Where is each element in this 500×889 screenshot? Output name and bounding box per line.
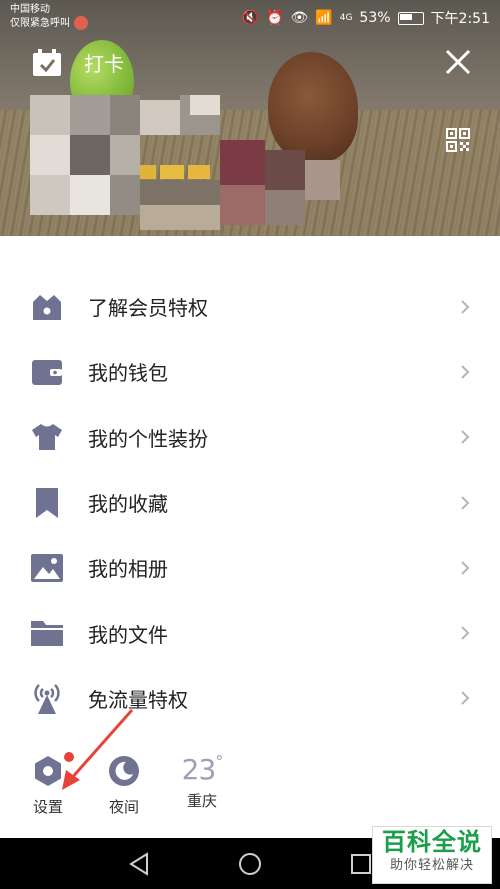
alarm-icon: ⏰ <box>266 10 284 26</box>
status-icons: 🔇 ⏰ 👁 📶 4G 53% 下午2:51 <box>242 8 490 28</box>
menu-item-label: 我的相册 <box>88 557 168 582</box>
chevron-right-icon <box>461 626 470 640</box>
checkin-label: 打卡 <box>84 52 124 76</box>
city-label: 重庆 <box>186 792 217 810</box>
chevron-right-icon <box>461 691 470 706</box>
battery-percent: 53% <box>359 10 391 26</box>
notification-icon <box>74 16 88 30</box>
checkin-button[interactable]: 打卡 <box>32 48 124 77</box>
temperature-number: 23 <box>181 753 217 786</box>
photo-icon <box>31 553 63 582</box>
chevron-right-icon <box>461 495 470 510</box>
profile-header-background[interactable] <box>0 0 500 236</box>
network-type: 4G <box>339 13 353 23</box>
mute-icon: 🔇 <box>241 10 260 26</box>
menu-item-files[interactable]: 我的文件 <box>0 600 500 665</box>
status-bar: 中国移动 仅限紧急呼叫 🔇 ⏰ 👁 📶 4G 53% 下午2:51 <box>0 0 500 34</box>
temperature-unit: ° <box>215 752 223 771</box>
emergency-label: 仅限紧急呼叫 <box>10 18 70 29</box>
menu-item-album[interactable]: 我的相册 <box>0 535 500 600</box>
home-icon[interactable] <box>238 852 262 876</box>
menu-item-favorites[interactable]: 我的收藏 <box>0 470 500 535</box>
emergency-only-text: 仅限紧急呼叫 <box>10 16 88 30</box>
menu-item-vip-privileges[interactable]: 了解会员特权 <box>0 274 500 339</box>
watermark-subtitle: 助你轻松解决 <box>389 858 474 873</box>
close-icon[interactable] <box>444 48 472 76</box>
weather-widget[interactable]: 23° 重庆 <box>174 752 230 811</box>
drawer-bottom-bar: 设置 夜间 23° 重庆 <box>0 709 500 838</box>
calendar-check-icon <box>33 48 61 76</box>
chevron-right-icon <box>461 430 470 444</box>
chevron-right-icon <box>461 365 470 379</box>
carrier-info: 中国移动 仅限紧急呼叫 <box>10 3 88 30</box>
back-icon[interactable] <box>128 852 150 876</box>
menu-item-personalization[interactable]: 我的个性装扮 <box>0 405 500 470</box>
clock: 下午2:51 <box>430 11 490 27</box>
qr-code-icon[interactable] <box>446 128 470 152</box>
temperature-value: 23° <box>174 752 230 786</box>
menu-item-label: 了解会员特权 <box>88 296 208 321</box>
crown-basket-icon <box>33 294 61 320</box>
moon-icon <box>109 756 139 786</box>
drawer-menu: 了解会员特权 我的钱包 我的个性装扮 我的收藏 我的相册 我的文件 免流量特权 <box>0 274 500 731</box>
eye-comfort-icon: 👁 <box>290 10 309 26</box>
folder-icon <box>31 621 63 647</box>
bookmark-icon <box>36 487 58 518</box>
battery-icon <box>397 11 424 25</box>
chevron-right-icon <box>461 299 470 314</box>
menu-item-label: 我的文件 <box>88 622 168 647</box>
person-hair-shape <box>268 52 358 162</box>
watermark-logo: 百科全说 助你轻松解决 <box>372 826 492 884</box>
wifi-icon: 📶 <box>315 10 333 26</box>
tshirt-icon <box>32 424 62 451</box>
wallet-icon <box>32 359 62 385</box>
night-mode-label: 夜间 <box>108 798 139 816</box>
watermark-title: 百科全说 <box>382 828 482 856</box>
menu-item-label: 我的收藏 <box>88 492 168 517</box>
settings-label: 设置 <box>32 798 63 816</box>
carrier-name: 中国移动 <box>10 4 50 15</box>
night-mode-button[interactable]: 夜间 <box>98 754 150 817</box>
menu-item-label: 我的个性装扮 <box>88 426 208 451</box>
recent-apps-icon[interactable] <box>350 853 372 875</box>
menu-item-label: 我的钱包 <box>88 361 168 386</box>
chevron-right-icon <box>461 561 470 575</box>
menu-item-wallet[interactable]: 我的钱包 <box>0 339 500 404</box>
